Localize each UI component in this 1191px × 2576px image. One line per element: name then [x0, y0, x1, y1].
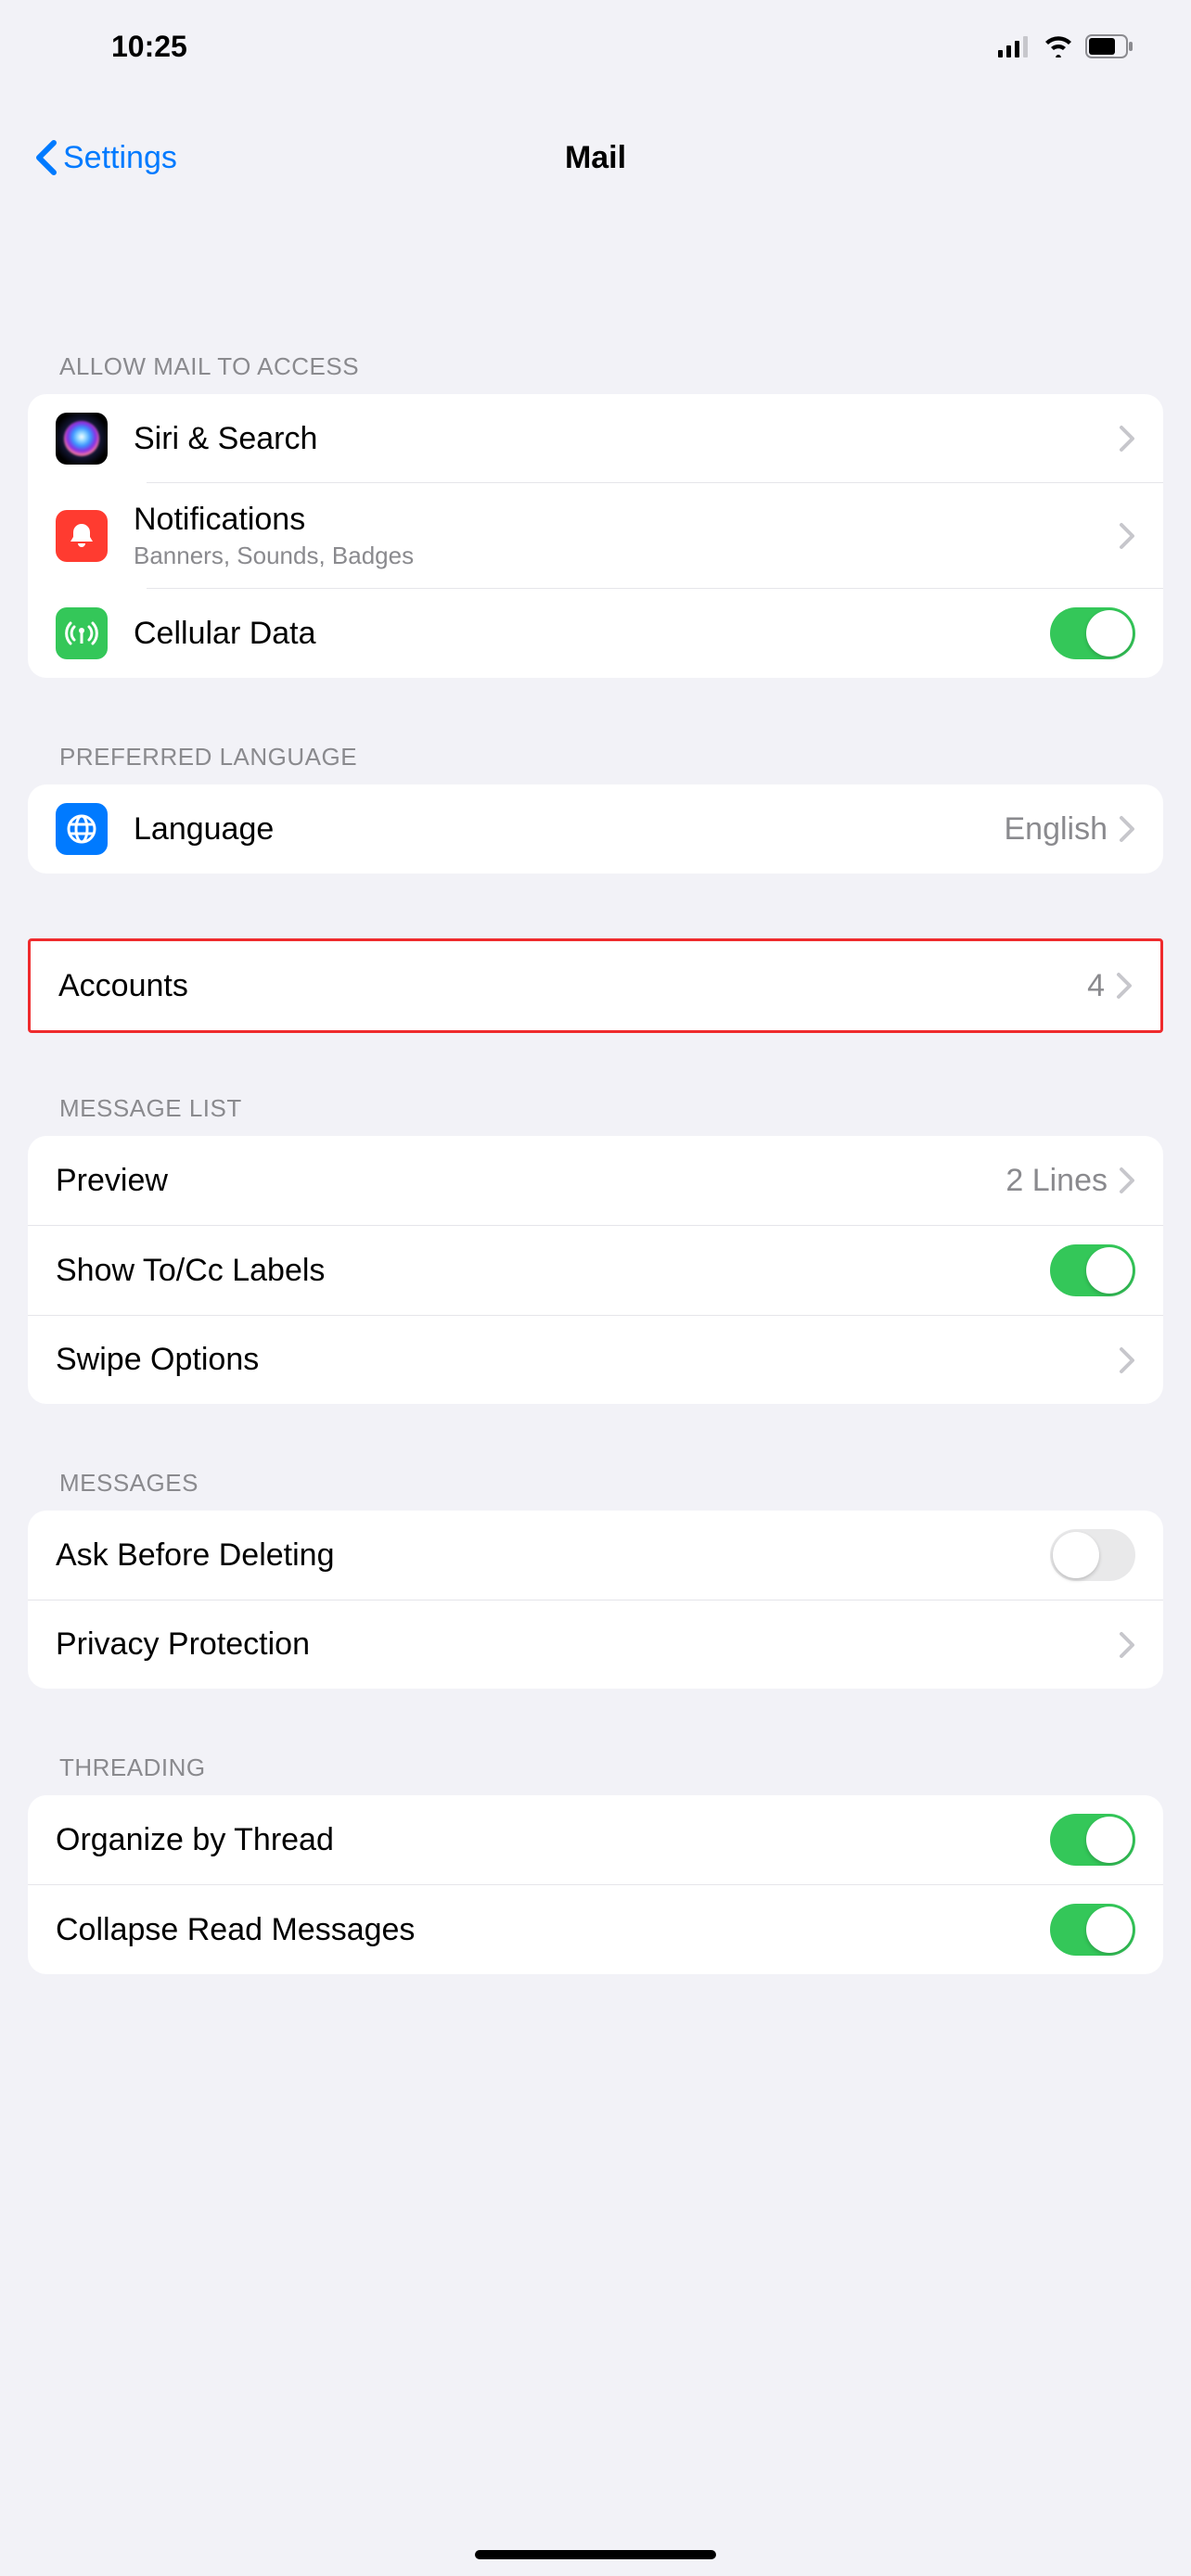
battery-icon: [1085, 34, 1135, 58]
row-label: Siri & Search: [134, 421, 1119, 457]
organize-by-thread-toggle[interactable]: [1050, 1814, 1135, 1866]
section-threading: Organize by Thread Collapse Read Message…: [28, 1795, 1163, 1974]
row-cellular-data[interactable]: Cellular Data: [28, 589, 1163, 678]
row-value: 2 Lines: [1005, 1163, 1108, 1199]
status-indicators: [998, 34, 1135, 58]
chevron-right-icon: [1119, 425, 1135, 453]
row-swipe-options[interactable]: Swipe Options: [28, 1315, 1163, 1404]
collapse-read-messages-toggle[interactable]: [1050, 1904, 1135, 1956]
chevron-right-icon: [1116, 972, 1133, 1000]
row-value: 4: [1087, 968, 1105, 1004]
status-bar: 10:25: [0, 0, 1191, 93]
home-indicator[interactable]: [475, 2550, 716, 2559]
row-label: Preview: [56, 1163, 1005, 1199]
section-language: Language English: [28, 784, 1163, 874]
row-label: Show To/Cc Labels: [56, 1253, 1050, 1289]
chevron-right-icon: [1119, 815, 1135, 843]
back-label: Settings: [63, 140, 177, 176]
cellular-signal-icon: [998, 35, 1031, 57]
cellular-data-toggle[interactable]: [1050, 607, 1135, 659]
section-messages: Ask Before Deleting Privacy Protection: [28, 1511, 1163, 1689]
wifi-icon: [1043, 35, 1074, 57]
row-label: Cellular Data: [134, 616, 1050, 652]
section-header-threading: Threading: [0, 1753, 1191, 1795]
chevron-right-icon: [1119, 1346, 1135, 1374]
row-siri-search[interactable]: Siri & Search: [28, 394, 1163, 483]
row-preview[interactable]: Preview 2 Lines: [28, 1136, 1163, 1225]
row-ask-before-deleting[interactable]: Ask Before Deleting: [28, 1511, 1163, 1600]
row-accounts[interactable]: Accounts 4: [31, 941, 1160, 1030]
section-accounts: Accounts 4: [28, 938, 1163, 1033]
show-tocc-toggle[interactable]: [1050, 1244, 1135, 1296]
row-sublabel: Banners, Sounds, Badges: [134, 542, 1119, 570]
row-collapse-read-messages[interactable]: Collapse Read Messages: [28, 1884, 1163, 1974]
ask-before-deleting-toggle[interactable]: [1050, 1529, 1135, 1581]
section-header-message-list: Message List: [0, 1094, 1191, 1136]
row-label: Organize by Thread: [56, 1822, 1050, 1858]
status-time: 10:25: [111, 30, 187, 64]
chevron-right-icon: [1119, 522, 1135, 550]
row-label: Accounts: [58, 968, 1087, 1004]
row-label: Swipe Options: [56, 1342, 1119, 1378]
row-notifications[interactable]: Notifications Banners, Sounds, Badges: [28, 483, 1163, 589]
row-label: Notifications: [134, 502, 1119, 538]
antenna-icon: [56, 607, 108, 659]
nav-bar: Settings Mail: [0, 93, 1191, 223]
page-title: Mail: [565, 140, 626, 176]
chevron-right-icondata-interactable: [1119, 1631, 1135, 1659]
section-message-list: Preview 2 Lines Show To/Cc Labels Swipe …: [28, 1136, 1163, 1404]
row-value: English: [1004, 811, 1108, 848]
back-button[interactable]: Settings: [33, 139, 177, 176]
row-privacy-protection[interactable]: Privacy Protection: [28, 1600, 1163, 1689]
row-label: Collapse Read Messages: [56, 1912, 1050, 1948]
chevron-left-icon: [33, 139, 59, 176]
row-label: Language: [134, 811, 1004, 848]
row-label: Ask Before Deleting: [56, 1537, 1050, 1574]
siri-icon: [56, 413, 108, 465]
row-language[interactable]: Language English: [28, 784, 1163, 874]
row-label: Privacy Protection: [56, 1626, 1119, 1663]
row-show-tocc[interactable]: Show To/Cc Labels: [28, 1225, 1163, 1315]
section-header-messages: Messages: [0, 1469, 1191, 1511]
chevron-right-icon: [1119, 1167, 1135, 1194]
row-organize-by-thread[interactable]: Organize by Thread: [28, 1795, 1163, 1884]
section-access: Siri & Search Notifications Banners, Sou…: [28, 394, 1163, 678]
section-header-access: Allow Mail to Access: [0, 352, 1191, 394]
section-header-language: Preferred Language: [0, 743, 1191, 784]
bell-icon: [56, 510, 108, 562]
globe-icon: [56, 803, 108, 855]
